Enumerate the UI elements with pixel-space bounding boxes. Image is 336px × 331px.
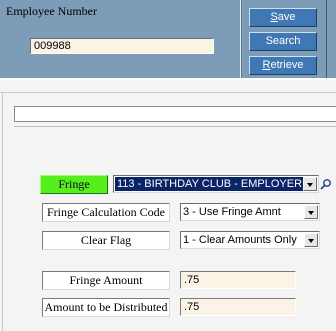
fringe-select-value: 113 - BIRTHDAY CLUB - EMPLOYER xyxy=(115,177,305,191)
amount-to-be-distributed-input[interactable]: .75 xyxy=(180,298,296,316)
content-frame-top xyxy=(0,92,336,93)
save-accel: S xyxy=(270,11,278,23)
fringe-calculation-code-label: Fringe Calculation Code xyxy=(42,203,170,222)
description-field[interactable] xyxy=(14,106,336,122)
retrieve-button[interactable]: Retrieve xyxy=(249,56,317,75)
content-frame-left xyxy=(2,92,3,331)
section-separator xyxy=(14,126,336,127)
save-label: ave xyxy=(277,11,296,23)
amount-to-be-distributed-label: Amount to be Distributed xyxy=(42,298,170,317)
fringe-amount-input[interactable]: .75 xyxy=(180,271,296,289)
employee-number-input[interactable]: 009988 xyxy=(30,38,214,54)
search-label: earch xyxy=(272,35,301,47)
fringe-select[interactable]: 113 - BIRTHDAY CLUB - EMPLOYER xyxy=(113,175,319,193)
button-panel-divider-shadow xyxy=(241,0,242,78)
clear-flag-value: 1 - Clear Amounts Only xyxy=(183,234,297,246)
chevron-down-icon[interactable] xyxy=(304,205,318,219)
clear-flag-select[interactable]: 1 - Clear Amounts Only xyxy=(180,231,320,249)
chevron-down-icon[interactable] xyxy=(303,177,317,191)
save-button[interactable]: Save xyxy=(249,8,317,27)
employee-number-label: Employee Number xyxy=(6,4,97,18)
magnifier-icon[interactable] xyxy=(320,178,332,190)
chevron-down-icon[interactable] xyxy=(304,233,318,247)
search-accel: S xyxy=(265,35,273,47)
clear-flag-label: Clear Flag xyxy=(42,231,170,250)
calculation-code-value: 3 - Use Fringe Amnt xyxy=(183,206,281,218)
right-panel-strip xyxy=(327,0,336,78)
fringe-button[interactable]: Fringe xyxy=(40,175,108,194)
fringe-calculation-code-select[interactable]: 3 - Use Fringe Amnt xyxy=(180,203,320,221)
header-divider xyxy=(0,78,336,80)
retrieve-label: etrieve xyxy=(270,59,304,71)
fringe-amount-label: Fringe Amount xyxy=(42,271,170,290)
search-button[interactable]: Search xyxy=(249,32,317,51)
